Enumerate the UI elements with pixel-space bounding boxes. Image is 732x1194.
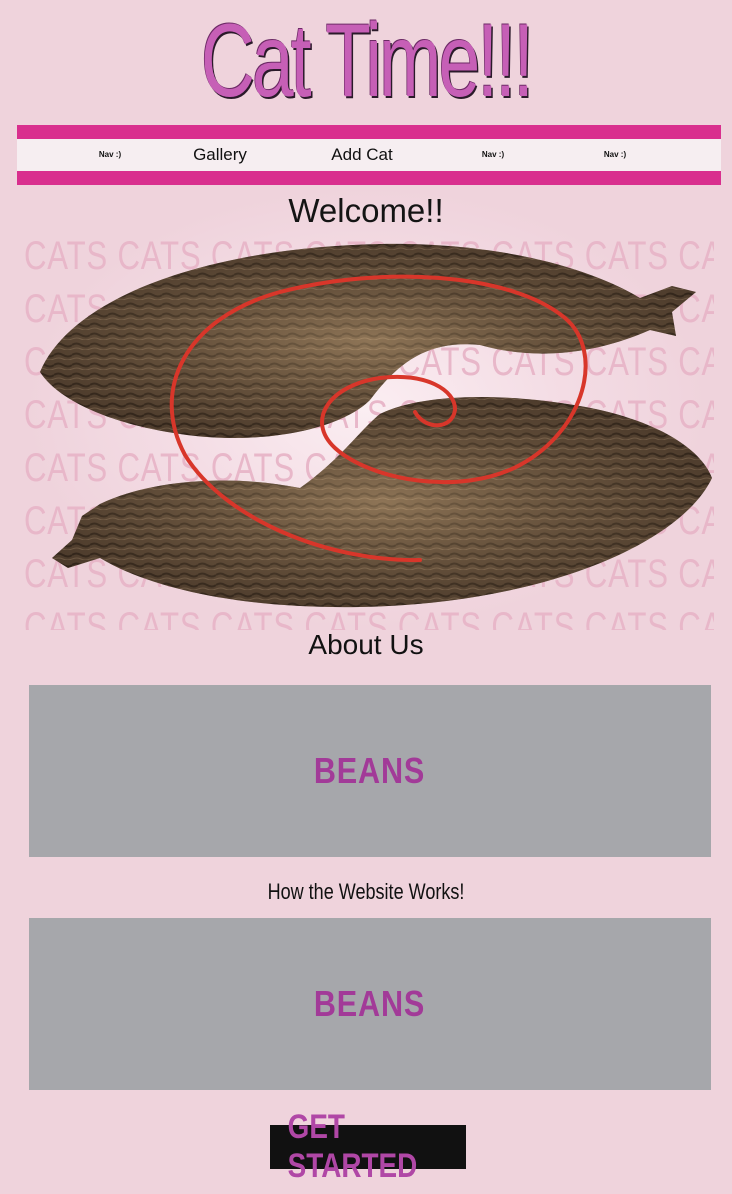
welcome-heading: Welcome!! <box>288 192 444 229</box>
site-title: Cat Time!!! <box>200 3 534 119</box>
how-panel-text: BEANS <box>314 983 426 1024</box>
nav-bottom-bar <box>17 171 721 185</box>
how-panel: BEANS <box>29 918 711 1090</box>
main-nav: Nav :) Gallery Add Cat Nav :) Nav :) <box>17 139 721 171</box>
about-panel: BEANS <box>29 685 711 857</box>
get-started-label: GET STARTED <box>287 1108 418 1185</box>
get-started-button[interactable]: GET STARTED <box>270 1108 466 1185</box>
about-panel-text: BEANS <box>314 750 426 791</box>
about-heading: About Us <box>308 629 424 660</box>
nav-item-gallery[interactable]: Gallery <box>193 139 247 171</box>
nav-item-5[interactable]: Nav :) <box>604 139 626 171</box>
nav-top-bar <box>17 125 721 139</box>
upper-cat <box>40 243 696 439</box>
nav-item-4[interactable]: Nav :) <box>482 139 504 171</box>
nav-item-1[interactable]: Nav :) <box>99 139 121 171</box>
how-heading: How the Website Works! <box>267 879 465 904</box>
cat-spiral-image <box>40 243 712 608</box>
nav-item-add-cat[interactable]: Add Cat <box>331 139 392 171</box>
